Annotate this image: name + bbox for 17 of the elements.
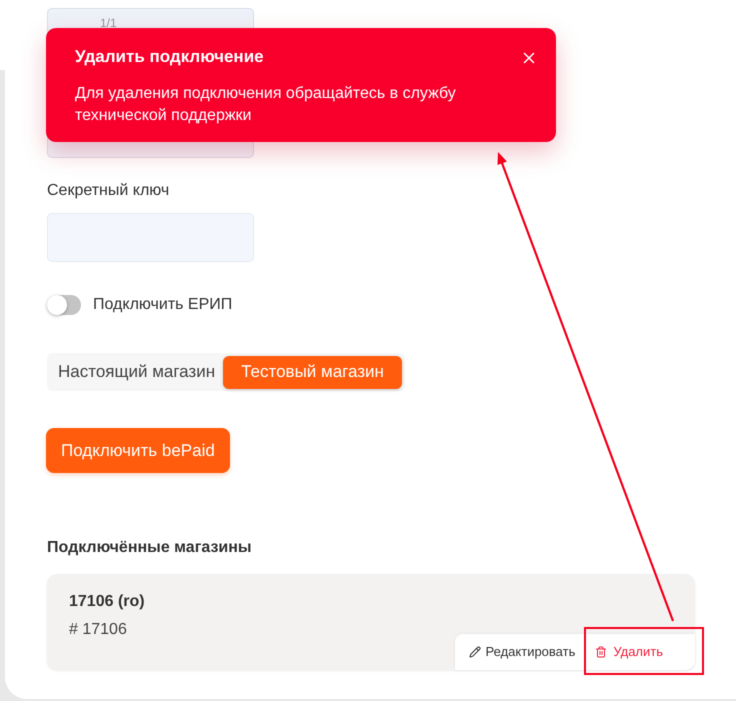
shop-mode-tab[interactable]: Настоящий магазин [50,356,224,388]
erip-toggle-label: Подключить ЕРИП [93,295,232,315]
edit-button[interactable]: Редактировать [454,634,584,670]
connected-shops-heading: Подключённые магазины [47,538,252,558]
toast-message: Для удаления подключения обращайтесь в службу технической поддержки [75,84,457,126]
pencil-icon [468,646,481,658]
erip-toggle[interactable] [47,295,81,315]
counter-text: 1/1 [100,16,117,30]
shop-name: 17106 (ro) [69,592,145,612]
toast-title: Удалить подключение [75,47,264,67]
secret-key-label: Секретный ключ [47,181,170,201]
secret-key-input[interactable] [47,213,254,262]
shop-number: # 17106 [69,620,127,640]
delete-button[interactable]: Удалить [583,634,695,670]
trash-icon [595,646,608,658]
shop-mode-tab[interactable]: Тестовый магазин [223,356,402,388]
connect-button[interactable]: Подключить bePaid [46,428,230,473]
